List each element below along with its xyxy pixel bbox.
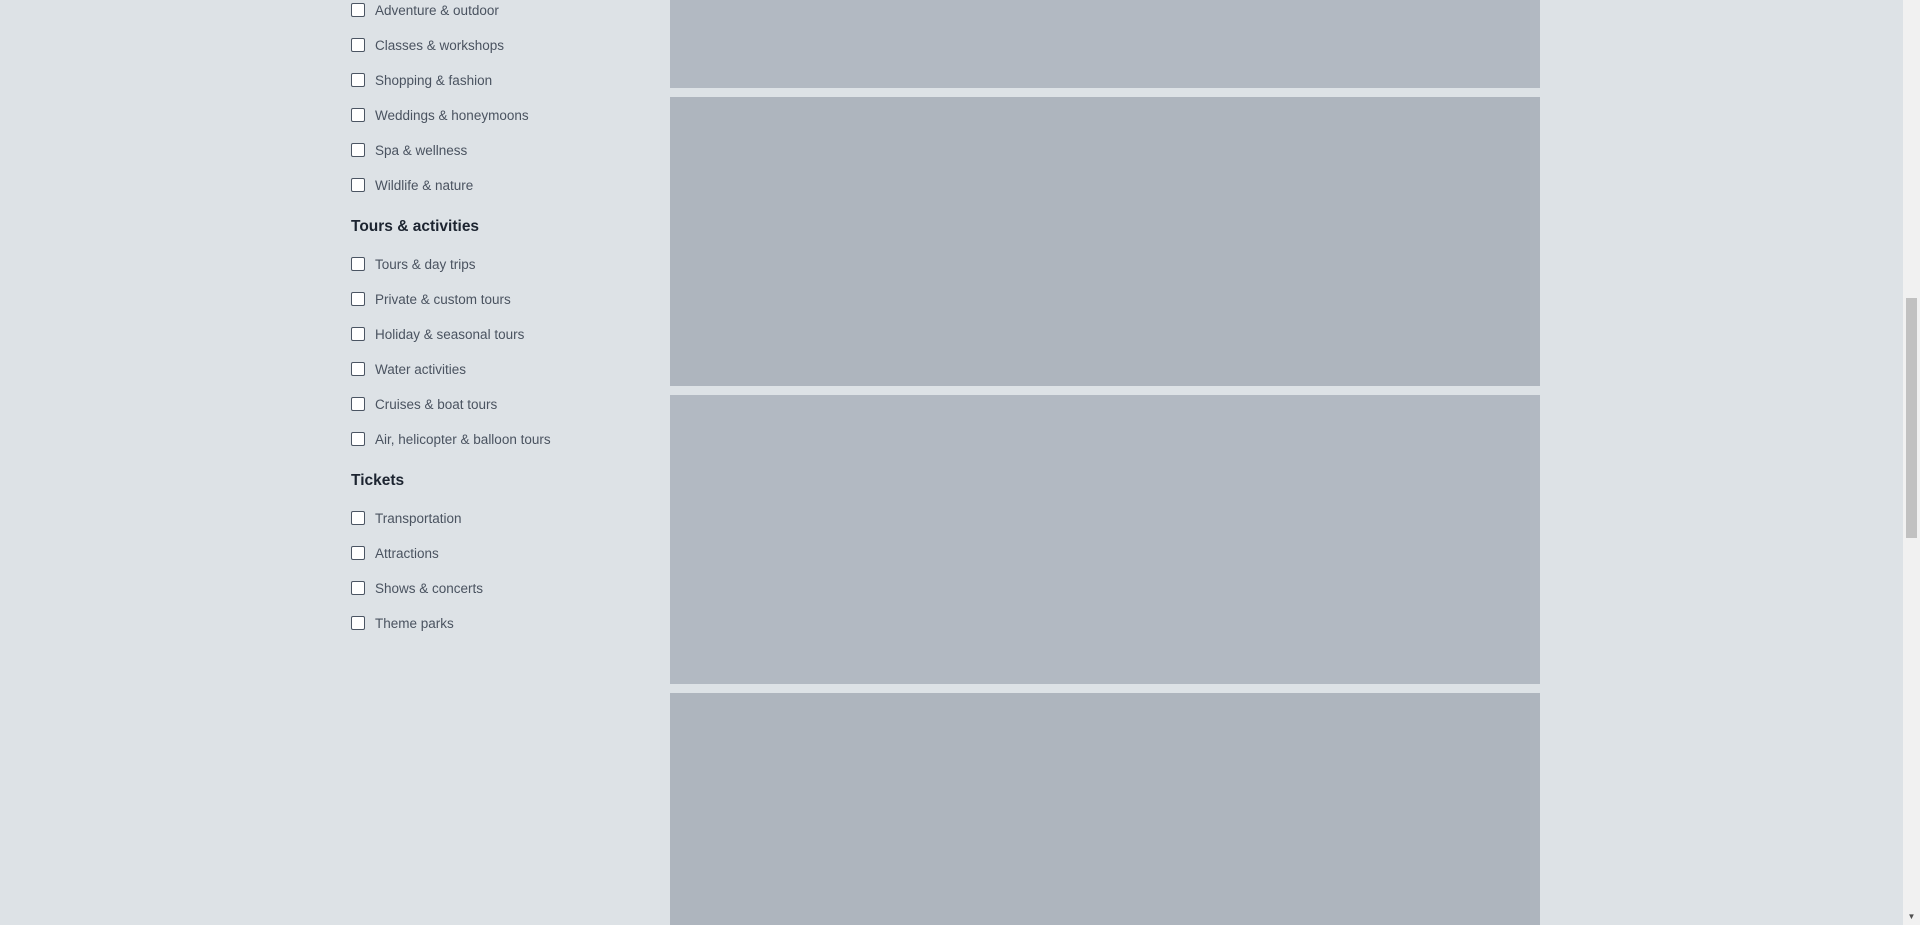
filter-holiday-seasonal-tours[interactable]: Holiday & seasonal tours bbox=[351, 324, 524, 344]
filter-label: Air, helicopter & balloon tours bbox=[375, 431, 551, 447]
page: Adventure & outdoor Classes & workshops … bbox=[0, 0, 1920, 925]
filter-cruises-boat-tours[interactable]: Cruises & boat tours bbox=[351, 394, 497, 414]
filter-air-helicopter-balloon-tours[interactable]: Air, helicopter & balloon tours bbox=[351, 429, 551, 449]
result-card-placeholder[interactable] bbox=[670, 693, 1540, 925]
filter-attractions[interactable]: Attractions bbox=[351, 543, 439, 563]
checkbox[interactable] bbox=[351, 292, 365, 306]
filter-label: Weddings & honeymoons bbox=[375, 107, 529, 123]
checkbox[interactable] bbox=[351, 108, 365, 122]
filter-label: Transportation bbox=[375, 510, 462, 526]
tickets-heading: Tickets bbox=[351, 472, 405, 489]
filter-weddings-honeymoons[interactable]: Weddings & honeymoons bbox=[351, 105, 529, 125]
checkbox[interactable] bbox=[351, 73, 365, 87]
filter-label: Holiday & seasonal tours bbox=[375, 326, 525, 342]
filter-theme-parks[interactable]: Theme parks bbox=[351, 613, 454, 633]
vertical-scrollbar[interactable]: ▼ bbox=[1903, 0, 1920, 925]
filter-tours-day-trips[interactable]: Tours & day trips bbox=[351, 254, 476, 274]
filter-label: Classes & workshops bbox=[375, 37, 505, 53]
filter-label: Theme parks bbox=[375, 615, 454, 631]
filter-label: Shopping & fashion bbox=[375, 72, 493, 88]
filter-wildlife-nature[interactable]: Wildlife & nature bbox=[351, 175, 473, 195]
filter-private-custom-tours[interactable]: Private & custom tours bbox=[351, 289, 511, 309]
down-arrow-icon[interactable]: ▼ bbox=[1903, 908, 1920, 925]
checkbox[interactable] bbox=[351, 581, 365, 595]
checkbox[interactable] bbox=[351, 38, 365, 52]
filter-water-activities[interactable]: Water activities bbox=[351, 359, 466, 379]
checkbox[interactable] bbox=[351, 616, 365, 630]
checkbox[interactable] bbox=[351, 432, 365, 446]
filter-adventure-outdoor[interactable]: Adventure & outdoor bbox=[351, 0, 499, 20]
filter-label: Wildlife & nature bbox=[375, 177, 474, 193]
scrollbar-thumb[interactable] bbox=[1906, 298, 1917, 538]
result-card-placeholder[interactable] bbox=[670, 0, 1540, 88]
filter-label: Cruises & boat tours bbox=[375, 396, 498, 412]
checkbox[interactable] bbox=[351, 327, 365, 341]
filter-label: Spa & wellness bbox=[375, 142, 468, 158]
checkbox[interactable] bbox=[351, 143, 365, 157]
checkbox[interactable] bbox=[351, 362, 365, 376]
filter-classes-workshops[interactable]: Classes & workshops bbox=[351, 35, 504, 55]
filter-label: Tours & day trips bbox=[375, 256, 476, 272]
tours-activities-heading: Tours & activities bbox=[351, 218, 480, 235]
filter-shows-concerts[interactable]: Shows & concerts bbox=[351, 578, 483, 598]
filter-shopping-fashion[interactable]: Shopping & fashion bbox=[351, 70, 492, 90]
result-card-placeholder[interactable] bbox=[670, 97, 1540, 386]
result-card-placeholder[interactable] bbox=[670, 395, 1540, 684]
checkbox[interactable] bbox=[351, 397, 365, 411]
checkbox[interactable] bbox=[351, 546, 365, 560]
filter-label: Attractions bbox=[375, 545, 439, 561]
filter-label: Adventure & outdoor bbox=[375, 2, 499, 18]
filter-label: Private & custom tours bbox=[375, 291, 511, 307]
checkbox[interactable] bbox=[351, 257, 365, 271]
filter-transportation[interactable]: Transportation bbox=[351, 508, 462, 528]
checkbox[interactable] bbox=[351, 3, 365, 17]
filter-label: Shows & concerts bbox=[375, 580, 484, 596]
filter-spa-wellness[interactable]: Spa & wellness bbox=[351, 140, 467, 160]
checkbox[interactable] bbox=[351, 178, 365, 192]
checkbox[interactable] bbox=[351, 511, 365, 525]
filter-label: Water activities bbox=[375, 361, 467, 377]
